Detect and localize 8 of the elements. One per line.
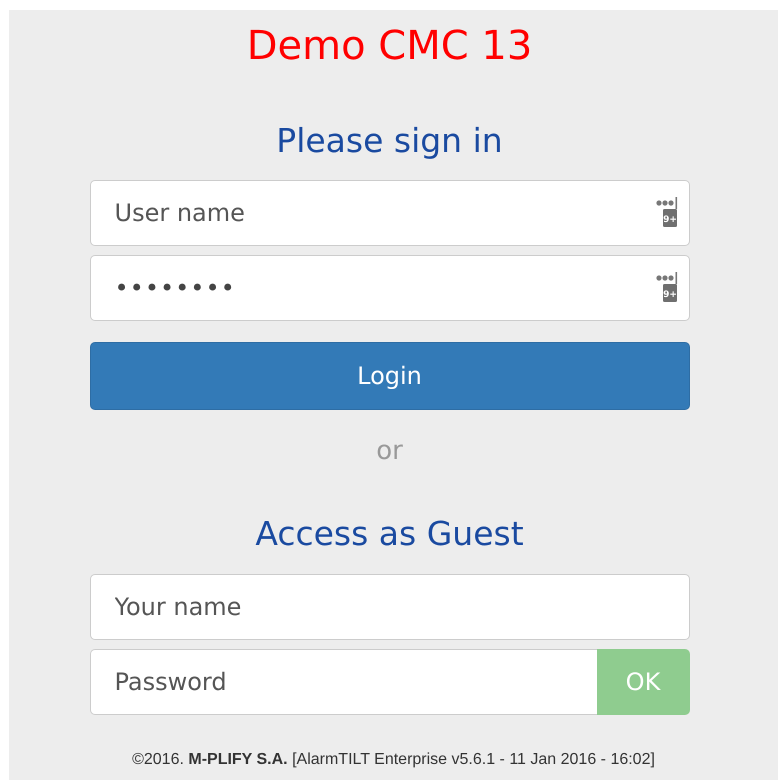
section-heading: Please sign in bbox=[276, 120, 503, 162]
site-title: Demo CMC 13 bbox=[246, 22, 532, 71]
password-field[interactable]: Password bbox=[90, 649, 596, 715]
name-field[interactable]: Your name bbox=[90, 574, 690, 640]
footer-text: ©2016. M-PLIFY S.A. [AlarmTILT Enterprise v5.6.1 - 11 Jan 2016 - 16:02] bbox=[132, 751, 655, 769]
login-button[interactable]: Login bbox=[90, 342, 690, 410]
section-heading: Access as Guest bbox=[255, 513, 524, 555]
separator-text: or bbox=[376, 436, 403, 466]
